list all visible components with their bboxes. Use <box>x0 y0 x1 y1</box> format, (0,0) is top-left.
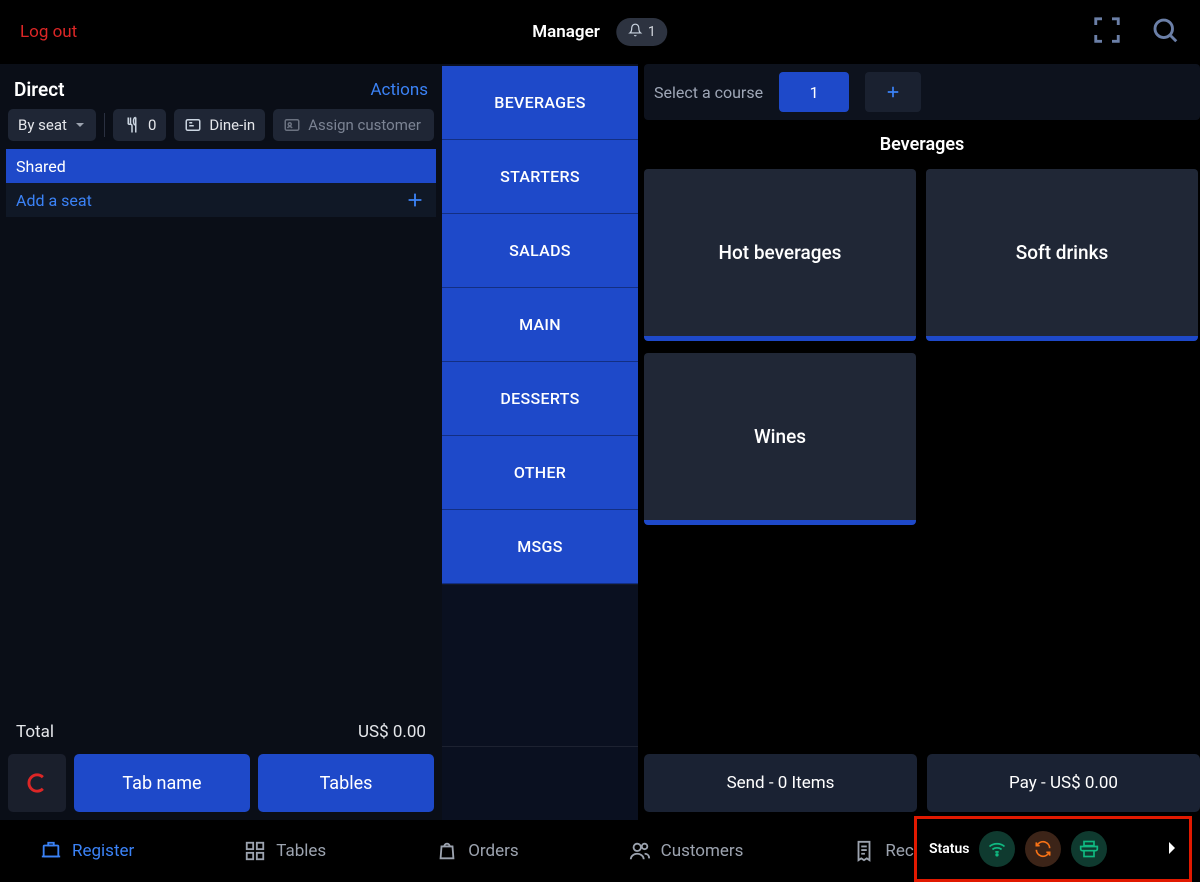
logout-link[interactable]: Log out <box>20 22 77 42</box>
cat-beverages[interactable]: BEVERAGES <box>442 66 638 140</box>
course-number-button[interactable]: 1 <box>779 72 849 112</box>
cat-main[interactable]: MAIN <box>442 288 638 362</box>
c-icon <box>23 769 51 797</box>
plus-icon <box>884 83 902 101</box>
order-panel: Direct Actions By seat 0 Dine-in Assign … <box>0 64 442 820</box>
tile-soft-drinks[interactable]: Soft drinks <box>926 169 1198 341</box>
user-card-icon <box>283 116 301 134</box>
users-icon <box>629 840 651 862</box>
add-seat-row[interactable]: Add a seat <box>6 183 436 217</box>
page-title: Manager <box>532 22 600 42</box>
receipt-icon <box>853 840 875 862</box>
nav-register[interactable]: Register <box>40 840 134 862</box>
tab-name-button[interactable]: Tab name <box>74 754 250 812</box>
status-wifi[interactable] <box>979 831 1015 867</box>
nav-orders[interactable]: Orders <box>436 840 518 862</box>
shared-row[interactable]: Shared <box>6 149 436 183</box>
status-callout: Status <box>914 816 1192 882</box>
status-printer[interactable] <box>1071 831 1107 867</box>
plus-icon <box>404 189 426 211</box>
fullscreen-icon[interactable] <box>1092 15 1122 49</box>
status-expand[interactable] <box>1167 840 1177 859</box>
cat-starters[interactable]: STARTERS <box>442 140 638 214</box>
menu-heading: Beverages <box>644 130 1200 169</box>
status-label: Status <box>929 841 969 857</box>
actions-link[interactable]: Actions <box>370 80 428 100</box>
by-seat-dropdown[interactable]: By seat <box>8 109 96 141</box>
add-course-button[interactable] <box>865 72 921 112</box>
bell-icon <box>628 23 642 41</box>
search-icon[interactable] <box>1150 15 1180 49</box>
bag-icon <box>436 840 458 862</box>
notif-count: 1 <box>648 24 656 40</box>
tables-button[interactable]: Tables <box>258 754 434 812</box>
assign-customer-chip[interactable]: Assign customer <box>273 109 434 141</box>
cutlery-icon <box>123 116 141 134</box>
chevron-down-icon <box>74 119 86 131</box>
select-course-label: Select a course <box>654 83 763 102</box>
pay-button[interactable]: Pay - US$ 0.00 <box>927 754 1200 812</box>
caret-right-icon <box>1167 841 1177 855</box>
status-sync[interactable] <box>1025 831 1061 867</box>
sync-icon <box>1033 839 1053 859</box>
cutlery-chip[interactable]: 0 <box>113 109 166 141</box>
notifications-pill[interactable]: 1 <box>616 18 668 46</box>
dine-in-chip[interactable]: Dine-in <box>174 109 265 141</box>
ticket-icon <box>184 116 202 134</box>
order-title: Direct <box>14 78 65 101</box>
nav-customers[interactable]: Customers <box>629 840 744 862</box>
tile-wines[interactable]: Wines <box>644 353 916 525</box>
send-button[interactable]: Send - 0 Items <box>644 754 917 812</box>
wifi-icon <box>987 839 1007 859</box>
total-label: Total <box>16 722 54 742</box>
cat-other[interactable]: OTHER <box>442 436 638 510</box>
clear-button[interactable] <box>8 754 66 812</box>
nav-tables[interactable]: Tables <box>244 840 326 862</box>
total-value: US$ 0.00 <box>358 722 426 742</box>
register-icon <box>40 840 62 862</box>
category-column: BEVERAGES STARTERS SALADS MAIN DESSERTS … <box>442 64 638 820</box>
cat-desserts[interactable]: DESSERTS <box>442 362 638 436</box>
grid-icon <box>244 840 266 862</box>
tile-hot-beverages[interactable]: Hot beverages <box>644 169 916 341</box>
cat-salads[interactable]: SALADS <box>442 214 638 288</box>
cat-msgs[interactable]: MSGS <box>442 510 638 584</box>
printer-icon <box>1079 839 1099 859</box>
